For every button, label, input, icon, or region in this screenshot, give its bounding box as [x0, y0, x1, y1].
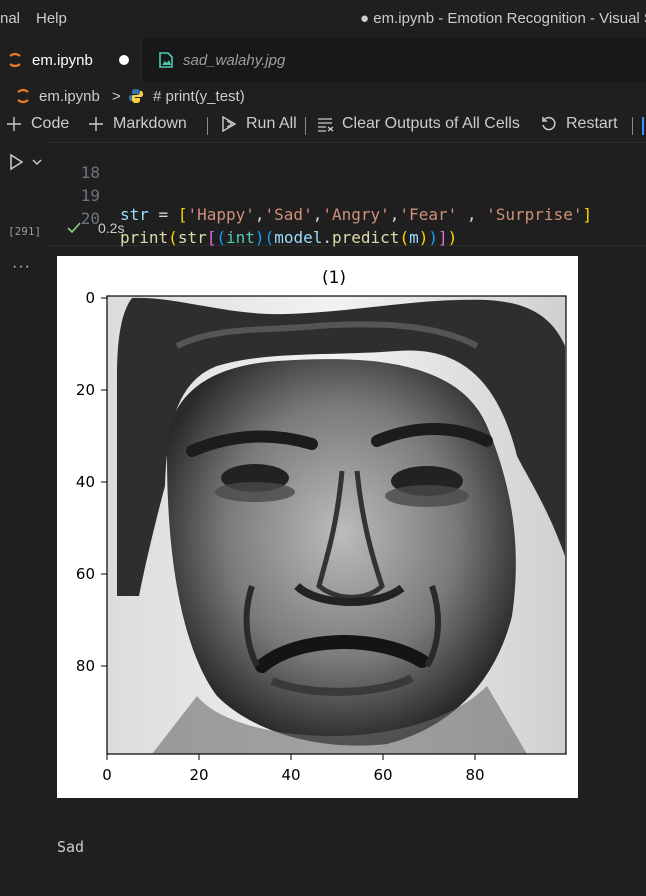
execution-status: 0.2s: [66, 220, 124, 236]
tab-sad-walahy-jpg[interactable]: sad_walahy.jpg: [141, 38, 319, 82]
x-tick-label: 80: [465, 766, 484, 784]
x-axis: 0 20 40 60 80: [102, 754, 485, 784]
code-line-18[interactable]: 18: [48, 144, 100, 182]
breadcrumb-symbol[interactable]: # print(y_test): [153, 88, 245, 105]
clear-outputs-button[interactable]: Clear Outputs of All Cells: [317, 115, 520, 133]
figure-title: (1): [322, 268, 346, 288]
toolbar-divider: [632, 117, 633, 135]
breadcrumb-file[interactable]: em.ipynb: [39, 88, 100, 105]
menu-terminal[interactable]: nal: [0, 10, 20, 27]
y-tick-label: 20: [76, 381, 95, 399]
toolbar-overflow-edge: [642, 117, 644, 135]
code-text: str = ['Happy','Sad','Angry','Fear' , 'S…: [120, 205, 593, 224]
chevron-down-icon[interactable]: [32, 157, 42, 167]
code-line-19[interactable]: 19 str = ['Happy','Sad','Angry','Fear' ,…: [48, 167, 592, 224]
add-code-label: Code: [31, 115, 70, 132]
execution-count: [291]: [8, 225, 42, 238]
face-plot: (1) 0 20 40 60 80 0 20 40 60 80: [76, 268, 567, 784]
plus-icon: [7, 117, 21, 131]
jupyter-icon: [9, 52, 21, 68]
code-line-20[interactable]: 20 print(str[(int)(model.predict(m))]): [48, 190, 458, 247]
add-markdown-label: Markdown: [113, 115, 187, 132]
restart-button[interactable]: Restart: [541, 115, 618, 133]
add-markdown-cell-button[interactable]: Markdown: [88, 115, 187, 133]
toolbar-divider: [207, 117, 208, 135]
x-tick-label: 40: [281, 766, 300, 784]
y-tick-label: 60: [76, 565, 95, 583]
x-tick-label: 0: [102, 766, 112, 784]
restart-icon: [542, 116, 556, 131]
y-tick-label: 40: [76, 473, 95, 491]
y-tick-label: 0: [85, 289, 95, 307]
execution-duration: 0.2s: [98, 220, 125, 236]
check-icon: [67, 222, 81, 234]
editor-tabs: em.ipynb sad_walahy.jpg: [0, 38, 646, 82]
face-image: [107, 296, 566, 754]
output-figure: (1) 0 20 40 60 80 0 20 40 60 80: [57, 256, 578, 798]
toolbar-divider: [305, 117, 306, 135]
notebook-toolbar: Code Markdown Run All Clear Outputs of A…: [0, 110, 646, 142]
code-text: print(str[(int)(model.predict(m))]): [120, 228, 458, 247]
output-more-actions-icon[interactable]: ···: [12, 258, 31, 276]
menu-help[interactable]: Help: [36, 10, 67, 27]
run-all-label: Run All: [246, 115, 297, 132]
x-tick-label: 20: [189, 766, 208, 784]
run-cell-button[interactable]: [8, 153, 42, 176]
tab-label: sad_walahy.jpg: [183, 51, 286, 69]
play-icon: [10, 153, 24, 171]
tab-em-ipynb[interactable]: em.ipynb: [0, 38, 141, 82]
clear-all-icon: [318, 118, 334, 132]
image-file-icon: [159, 52, 173, 68]
title-bar: nal Help ● em.ipynb - Emotion Recognitio…: [0, 0, 646, 38]
clear-outputs-label: Clear Outputs of All Cells: [342, 115, 520, 132]
run-all-button[interactable]: Run All: [221, 115, 297, 133]
restart-label: Restart: [566, 115, 618, 132]
output-text: Sad: [57, 838, 85, 856]
unsaved-dot-icon[interactable]: [119, 55, 129, 65]
python-icon: [129, 89, 143, 103]
add-code-cell-button[interactable]: Code: [6, 115, 69, 133]
y-axis: 0 20 40 60 80: [76, 289, 107, 675]
x-tick-label: 60: [373, 766, 392, 784]
y-tick-label: 80: [76, 657, 95, 675]
tab-label: em.ipynb: [32, 51, 93, 69]
plus-icon: [89, 117, 103, 131]
jupyter-icon: [17, 88, 29, 104]
run-all-icon: [222, 116, 237, 132]
window-title: ● em.ipynb - Emotion Recognition - Visua…: [360, 10, 646, 27]
breadcrumb: em.ipynb > # print(y_test): [0, 82, 646, 110]
breadcrumb-separator: >: [112, 88, 121, 105]
